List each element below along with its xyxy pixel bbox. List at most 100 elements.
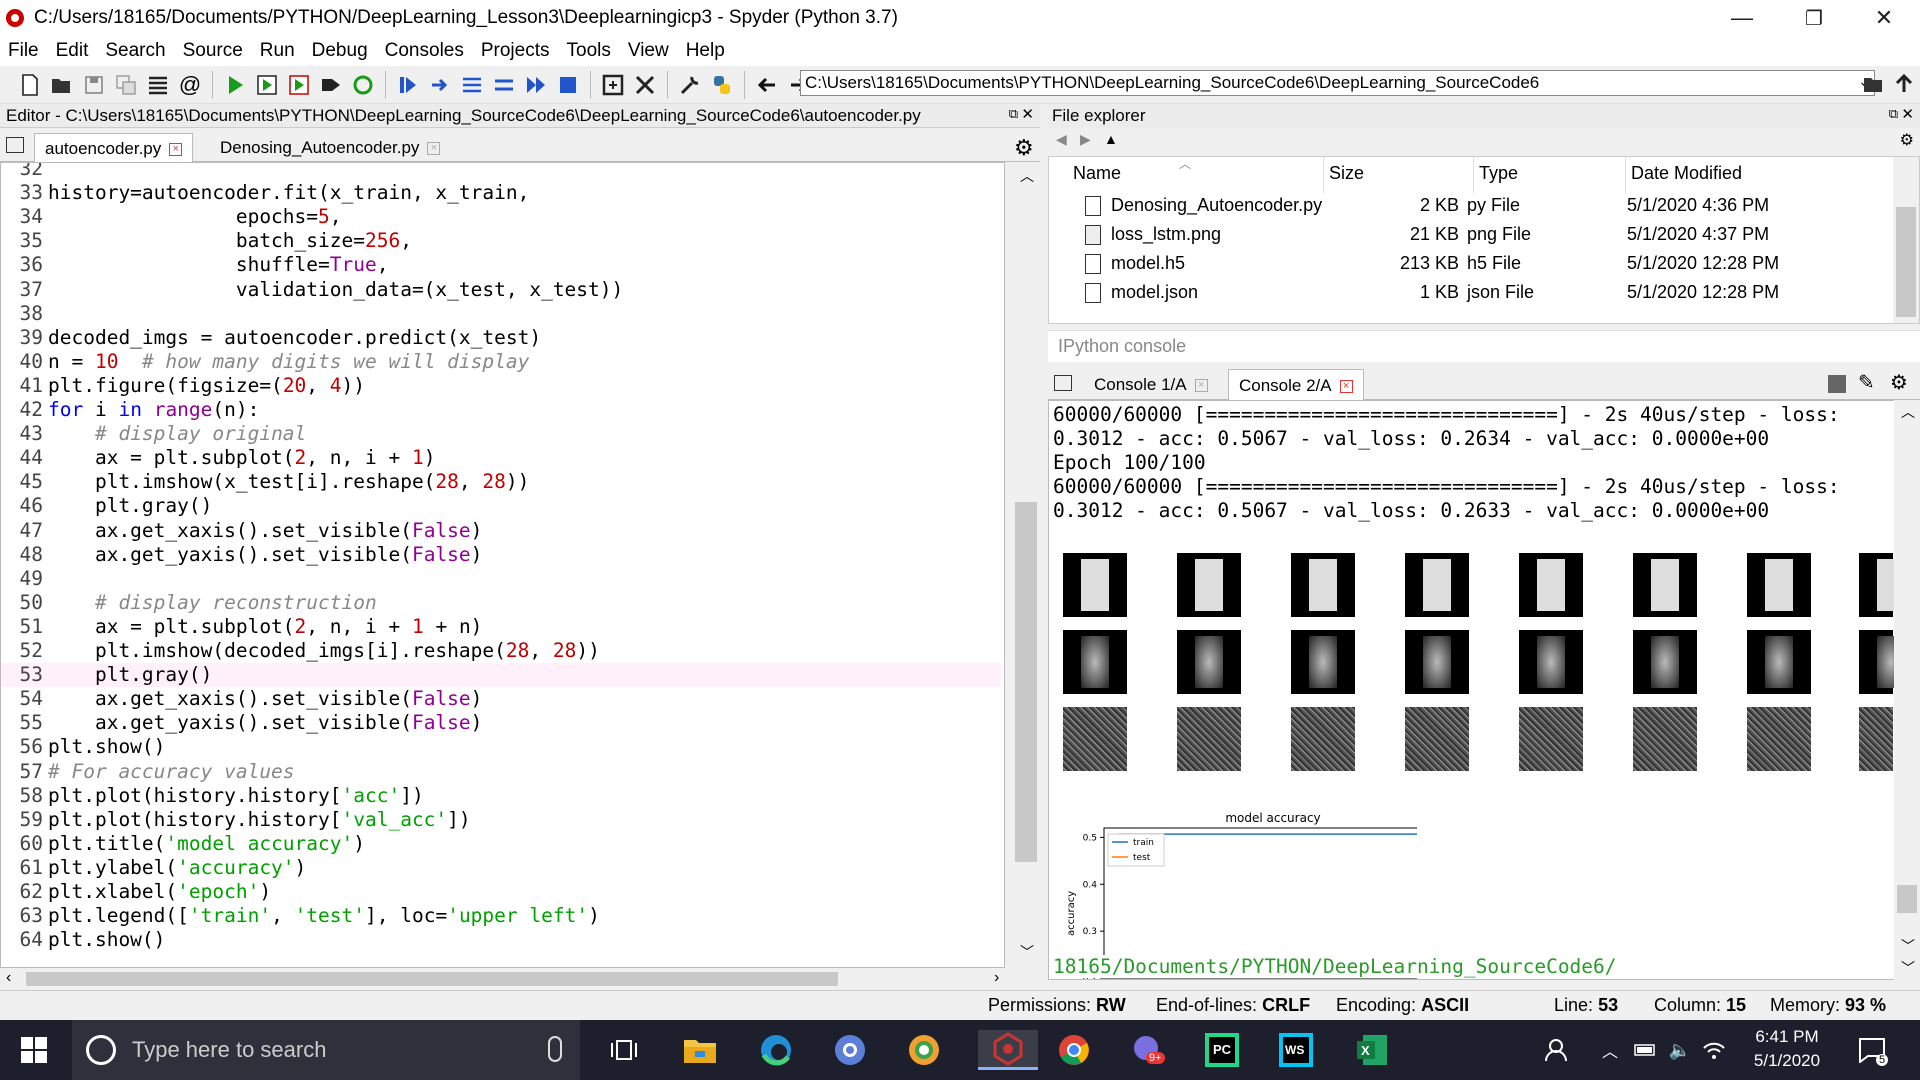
browse-tabs-icon[interactable] (1054, 375, 1072, 391)
chrome-icon[interactable] (1054, 1030, 1094, 1070)
code-line[interactable]: 45 plt.imshow(x_test[i].reshape(28, 28)) (1, 470, 1001, 494)
step-return-icon[interactable] (490, 71, 518, 99)
code-line[interactable]: 35 batch_size=256, (1, 229, 1001, 253)
menu-search[interactable]: Search (97, 40, 174, 62)
scrollbar-thumb[interactable] (1897, 885, 1917, 913)
list-icon[interactable] (144, 71, 172, 99)
python-path-icon[interactable] (708, 71, 736, 99)
at-icon[interactable]: @ (176, 71, 204, 99)
step-into-icon[interactable] (458, 71, 486, 99)
tab-denosing-autoencoder[interactable]: Denosing_Autoencoder.py × (210, 133, 450, 162)
tab-autoencoder[interactable]: autoencoder.py × (34, 133, 194, 162)
code-line[interactable]: 64 plt.show() (1, 928, 1001, 952)
code-editor[interactable]: 32 33 history=autoencoder.fit(x_train, x_t… (0, 162, 1005, 968)
console-vertical-scrollbar[interactable]: ︿ ﹀ ﹀ (1894, 400, 1920, 980)
code-line[interactable]: 57 # For accuracy values (1, 760, 1001, 784)
up-icon[interactable]: ▲ (1104, 131, 1118, 147)
scroll-left-icon[interactable]: ‹ (6, 969, 11, 987)
column-type[interactable]: Type (1479, 163, 1518, 184)
code-line[interactable]: 63 plt.legend(['train', 'test'], loc='upp… (1, 904, 1001, 928)
menu-run[interactable]: Run (252, 40, 304, 62)
code-line[interactable]: 60 plt.title('model accuracy') (1, 832, 1001, 856)
code-line[interactable]: 56 plt.show() (1, 735, 1001, 759)
menu-source[interactable]: Source (175, 40, 252, 62)
code-line[interactable]: 43 # display original (1, 422, 1001, 446)
people-icon[interactable] (1536, 1030, 1576, 1070)
code-line[interactable]: 40 n = 10 # how many digits we will displ… (1, 350, 1001, 374)
wrench-icon[interactable] (676, 71, 704, 99)
step-icon[interactable] (426, 71, 454, 99)
close-tab-icon[interactable]: × (1339, 380, 1353, 394)
gear-icon[interactable]: ⚙ (1014, 135, 1034, 161)
close-pane-icon[interactable]: ✕ (1021, 105, 1034, 123)
back-icon[interactable]: ◀ (1056, 131, 1067, 148)
code-line[interactable]: 32 (1, 163, 1001, 181)
menu-debug[interactable]: Debug (304, 40, 377, 62)
code-line[interactable]: 58 plt.plot(history.history['acc']) (1, 784, 1001, 808)
stop-icon[interactable] (554, 71, 582, 99)
back-arrow-icon[interactable] (753, 71, 781, 99)
scroll-right-icon[interactable]: › (994, 969, 999, 987)
rerun-icon[interactable] (349, 71, 377, 99)
windows-start-icon[interactable] (14, 1030, 54, 1070)
code-line[interactable]: 59 plt.plot(history.history['val_acc']) (1, 808, 1001, 832)
excel-icon[interactable]: X (1352, 1030, 1392, 1070)
wifi-icon[interactable] (1694, 1030, 1734, 1070)
close-tab-icon[interactable]: × (1194, 379, 1208, 393)
code-line[interactable]: 55 ax.get_yaxis().set_visible(False) (1, 711, 1001, 735)
file-explorer-icon[interactable] (680, 1030, 720, 1070)
run-cell-advance-icon[interactable] (285, 71, 313, 99)
run-icon[interactable] (221, 71, 249, 99)
working-directory-input[interactable]: C:\Users\18165\Documents\PYTHON\DeepLear… (800, 70, 1875, 96)
code-line[interactable]: 61 plt.ylabel('accuracy') (1, 856, 1001, 880)
browse-folder-icon[interactable] (1860, 70, 1888, 98)
code-line[interactable]: 50 # display reconstruction (1, 591, 1001, 615)
pycharm-icon[interactable]: PC (1202, 1030, 1242, 1070)
scroll-up-icon[interactable]: ︿ (1020, 166, 1034, 186)
code-line[interactable]: 52 plt.imshow(decoded_imgs[i].reshape(28… (1, 639, 1001, 663)
restore-button[interactable]: ❐ (1778, 0, 1850, 36)
spyder-taskbar-icon[interactable] (978, 1030, 1038, 1070)
code-line[interactable]: 62 plt.xlabel('epoch') (1, 880, 1001, 904)
chat-app-icon[interactable]: 9+ (1128, 1030, 1168, 1070)
code-line[interactable]: 44 ax = plt.subplot(2, n, i + 1) (1, 446, 1001, 470)
close-pane-icon[interactable]: ✕ (1901, 105, 1914, 123)
gear-icon[interactable]: ⚙ (1890, 370, 1908, 395)
code-line[interactable]: 39 decoded_imgs = autoencoder.predict(x_t… (1, 326, 1001, 350)
save-all-icon[interactable] (112, 71, 140, 99)
menu-tools[interactable]: Tools (559, 40, 620, 62)
eraser-icon[interactable]: ✎ (1858, 370, 1875, 395)
file-row[interactable]: model.h5 213 KB h5 File 5/1/2020 12:28 P… (1049, 251, 1909, 279)
photos-icon[interactable] (904, 1030, 944, 1070)
menu-edit[interactable]: Edit (48, 40, 98, 62)
console-output[interactable]: 60000/60000 [===========================… (1048, 400, 1896, 980)
code-line[interactable]: 53 plt.gray() (1, 663, 1001, 688)
open-file-icon[interactable] (48, 71, 76, 99)
maximize-pane-icon[interactable] (599, 71, 627, 99)
continue-icon[interactable] (522, 71, 550, 99)
notification-center-icon[interactable]: 5 (1852, 1030, 1892, 1070)
minimize-button[interactable]: — (1706, 0, 1778, 36)
code-line[interactable]: 41 plt.figure(figsize=(20, 4)) (1, 374, 1001, 398)
run-selection-icon[interactable] (317, 71, 345, 99)
scroll-down-icon[interactable]: ﹀ (1020, 942, 1034, 962)
webstorm-icon[interactable]: WS (1276, 1030, 1316, 1070)
clock[interactable]: 6:41 PM 5/1/2020 (1742, 1027, 1832, 1071)
browse-tabs-icon[interactable] (6, 137, 24, 153)
column-date[interactable]: Date Modified (1631, 163, 1742, 184)
code-line[interactable]: 49 (1, 567, 1001, 591)
code-line[interactable]: 33 history=autoencoder.fit(x_train, x_tra… (1, 181, 1001, 205)
undock-icon[interactable]: ⧉ (1009, 106, 1018, 122)
menu-projects[interactable]: Projects (473, 40, 559, 62)
parent-directory-icon[interactable] (1890, 70, 1918, 98)
browser-icon[interactable] (830, 1030, 870, 1070)
menu-view[interactable]: View (620, 40, 678, 62)
menu-help[interactable]: Help (678, 40, 734, 62)
code-line[interactable]: 54 ax.get_xaxis().set_visible(False) (1, 687, 1001, 711)
column-name[interactable]: Name (1073, 163, 1121, 184)
forward-icon[interactable]: ▶ (1080, 131, 1091, 148)
save-icon[interactable] (80, 71, 108, 99)
task-view-icon[interactable] (604, 1030, 644, 1070)
menu-consoles[interactable]: Consoles (377, 40, 473, 62)
editor-horizontal-scrollbar[interactable]: ‹ › (0, 968, 1012, 990)
